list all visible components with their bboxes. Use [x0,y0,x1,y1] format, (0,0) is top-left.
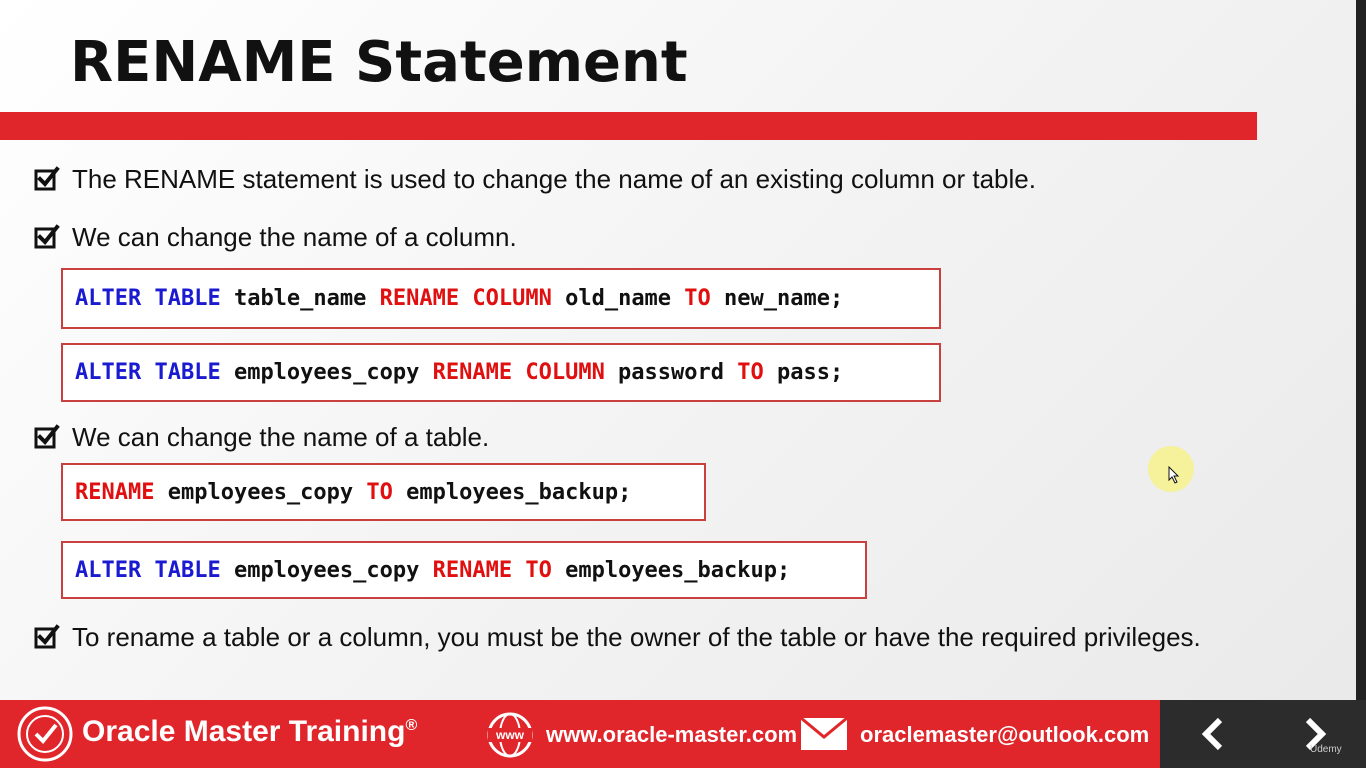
mouse-pointer-icon [1148,446,1194,492]
code-text: new_name; [710,286,844,311]
code-box-rename-column-syntax: ALTER TABLE table_name RENAME COLUMN old… [61,268,941,329]
bullet-item: To rename a table or a column, you must … [34,617,1352,657]
bullet-text: To rename a table or a column, you must … [72,622,1201,652]
code-keyword: ALTER TABLE [75,360,221,385]
code-keyword: TO [684,286,711,311]
code-box-rename-table: RENAME employees_copy TO employees_backu… [61,463,706,521]
checkbox-checked-icon [34,417,60,457]
bullet-item: We can change the name of a column. [34,217,517,257]
code-keyword: RENAME COLUMN [379,286,552,311]
code-keyword: ALTER TABLE [75,286,221,311]
checkbox-checked-icon [34,217,60,257]
code-text: table_name [220,286,380,311]
bullet-item: The RENAME statement is used to change t… [34,159,1036,199]
slide-navigation [1160,700,1366,768]
code-keyword: TO [737,360,764,385]
checkbox-checked-icon [34,159,60,199]
code-keyword: ALTER TABLE [75,557,221,583]
code-text: old_name [551,286,685,311]
udemy-watermark: Udemy [1310,744,1342,755]
code-text: pass; [763,360,844,385]
certified-badge-icon [17,706,73,762]
brand-name: Oracle Master Training® [82,715,418,748]
code-keyword: TO [366,479,393,505]
website-link[interactable]: www.oracle-master.com [546,722,797,748]
chevron-left-icon [1201,717,1223,751]
envelope-icon [800,717,848,750]
code-text: employees_copy [154,479,367,505]
code-box-rename-column-example: ALTER TABLE employees_copy RENAME COLUMN… [61,343,941,402]
window-edge [1356,0,1366,700]
footer-bar: Oracle Master Training® www www.oracle-m… [0,700,1366,768]
svg-text:www: www [495,728,525,742]
code-text: employees_copy [220,360,433,385]
bullet-item: We can change the name of a table. [34,417,489,457]
title-underline-bar [0,112,1257,140]
footer-brand-area: Oracle Master Training® www www.oracle-m… [0,700,1160,768]
bullet-text: The RENAME statement is used to change t… [72,164,1036,194]
globe-www-icon: www [487,712,533,758]
code-text: password [604,360,738,385]
code-box-alter-rename-table: ALTER TABLE employees_copy RENAME TO emp… [61,541,867,599]
email-link[interactable]: oraclemaster@outlook.com [860,722,1149,748]
slide-title: RENAME Statement [70,30,688,95]
code-keyword: RENAME COLUMN [432,360,605,385]
previous-slide-button[interactable] [1196,716,1232,752]
code-keyword: RENAME TO [432,557,552,583]
code-keyword: RENAME [75,479,155,505]
code-text: employees_backup; [392,479,632,505]
bullet-text: We can change the name of a column. [72,222,517,252]
bullet-text: We can change the name of a table. [72,422,490,452]
code-text: employees_copy [220,557,433,583]
code-text: employees_backup; [551,557,791,583]
checkbox-checked-icon [34,617,60,657]
